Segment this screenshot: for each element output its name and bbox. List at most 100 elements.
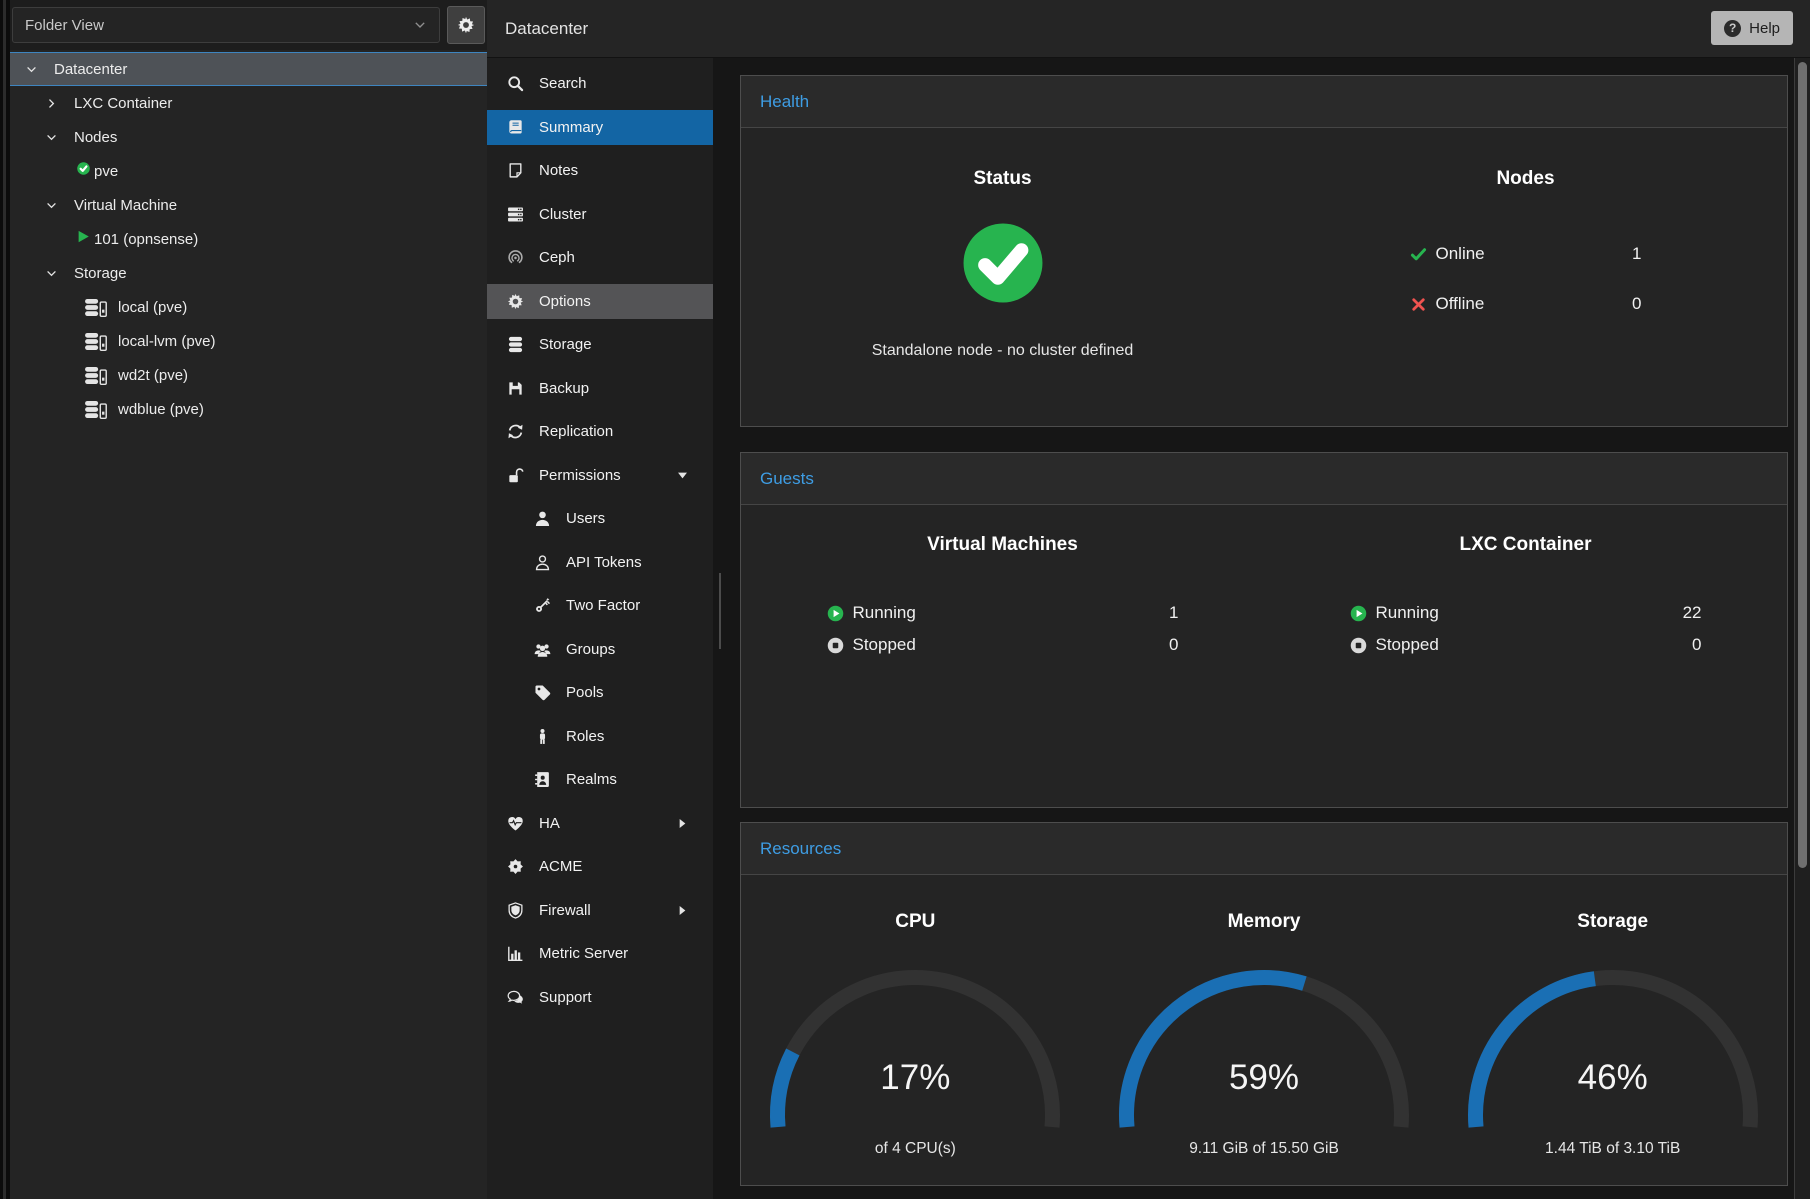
status-row-running: Running22 [1350, 601, 1702, 625]
tree-item-local-lvm-pve[interactable]: local-lvm (pve) [10, 324, 487, 358]
user-outline-icon [534, 554, 551, 571]
nav-item-label: Firewall [539, 902, 591, 919]
tree-item-storage[interactable]: Storage [10, 256, 487, 290]
nav-item-acme[interactable]: ACME [487, 845, 713, 889]
nav-item-storage[interactable]: Storage [487, 323, 713, 367]
database-icon [507, 336, 524, 353]
search-icon [507, 75, 524, 92]
status-row-value: 1 [1632, 244, 1641, 264]
tree-item-local-pve[interactable]: local (pve) [10, 290, 487, 324]
bar-chart-icon [507, 945, 524, 962]
nav-item-label: Users [566, 510, 605, 527]
status-row-label: Offline [1436, 294, 1485, 314]
ceph-icon [507, 249, 524, 266]
stop-circle-icon [827, 637, 844, 654]
heartbeat-icon [507, 815, 524, 832]
tree-item-wd2t-pve[interactable]: wd2t (pve) [10, 358, 487, 392]
tree-expander[interactable] [18, 63, 44, 76]
nav-item-label: Permissions [539, 467, 621, 484]
nav-item-ha[interactable]: HA [487, 802, 713, 846]
database-drive-icon [84, 366, 108, 385]
guests-column-virtual-machines: Virtual MachinesRunning1Stopped0 [741, 505, 1264, 807]
tree-expander[interactable] [38, 199, 64, 212]
resource-gauge-memory: Memory59%9.11 GiB of 15.50 GiB [1090, 875, 1439, 1185]
status-row-label: Online [1436, 244, 1485, 264]
caret-right-icon [676, 904, 689, 917]
nav-item-label: Replication [539, 423, 613, 440]
status-row-online: Online 1 [1410, 242, 1642, 266]
window-edge [0, 0, 10, 1199]
nodes-column: Nodes Online 1 Offline 0 [1264, 128, 1787, 426]
gauge-detail: 9.11 GiB of 15.50 GiB [1189, 1140, 1339, 1158]
titlebar: Datacenter ? Help [487, 0, 1810, 58]
chevron-down-icon [45, 131, 58, 144]
splitter-grip[interactable] [719, 573, 721, 649]
chevron-right-icon [45, 97, 58, 110]
chevron-down-icon [25, 63, 38, 76]
nav-item-backup[interactable]: Backup [487, 367, 713, 411]
database-drive-icon [84, 332, 108, 351]
guest-status-list: Running22Stopped0 [1350, 601, 1702, 657]
resource-title: CPU [895, 911, 935, 933]
nav-item-api-tokens[interactable]: API Tokens [487, 541, 713, 585]
nav-item-summary[interactable]: Summary [487, 106, 713, 150]
tree-expander[interactable] [38, 97, 64, 110]
view-mode-select[interactable]: Folder View [12, 7, 440, 43]
nav-item-label: Ceph [539, 249, 575, 266]
nav-item-two-factor[interactable]: Two Factor [487, 584, 713, 628]
tree-item-nodes[interactable]: Nodes [10, 120, 487, 154]
tree-settings-button[interactable] [447, 6, 485, 44]
status-row-label: Running [853, 603, 916, 623]
key-icon [534, 597, 551, 614]
help-label: Help [1749, 20, 1780, 37]
tree-item-pve[interactable]: pve [10, 154, 487, 188]
cross-icon [1410, 296, 1427, 313]
nav-item-permissions[interactable]: Permissions [487, 454, 713, 498]
scrollbar-thumb[interactable] [1798, 62, 1807, 868]
guest-status-list: Running1Stopped0 [827, 601, 1179, 657]
nav-item-groups[interactable]: Groups [487, 628, 713, 672]
nav-item-label: ACME [539, 858, 582, 875]
nav-item-options[interactable]: Options [487, 280, 713, 324]
nav-item-label: Groups [566, 641, 615, 658]
datacenter-nav: SearchSummaryNotesCluster Ceph OptionsStor… [487, 58, 713, 1199]
note-icon [507, 162, 524, 179]
nav-item-cluster[interactable]: Cluster [487, 193, 713, 237]
status-column: Status Standalone node - no cluster defi… [741, 128, 1264, 426]
nav-item-pools[interactable]: Pools [487, 671, 713, 715]
nav-item-support[interactable]: Support [487, 976, 713, 1020]
sync-icon [507, 423, 524, 440]
tree-item-101-opnsense[interactable]: 101 (opnsense) [10, 222, 487, 256]
nav-item-ceph[interactable]: Ceph [487, 236, 713, 280]
nav-item-realms[interactable]: Realms [487, 758, 713, 802]
server-stack-icon [507, 206, 524, 223]
tree-item-wdblue-pve[interactable]: wdblue (pve) [10, 392, 487, 426]
nodes-heading: Nodes [1496, 168, 1554, 190]
nav-item-search[interactable]: Search [487, 62, 713, 106]
tree-expander[interactable] [38, 267, 64, 280]
comments-icon [507, 989, 524, 1006]
nav-item-roles[interactable]: Roles [487, 715, 713, 759]
gauge-detail: of 4 CPU(s) [875, 1140, 956, 1158]
stop-circle-icon [1350, 637, 1367, 654]
database-drive-icon [84, 400, 108, 419]
resource-title: Storage [1577, 911, 1648, 933]
unlock-icon [507, 467, 524, 484]
gear-icon [457, 16, 475, 34]
tree-item-virtual-machine[interactable]: Virtual Machine [10, 188, 487, 222]
status-row-running: Running1 [827, 601, 1179, 625]
nav-item-label: Metric Server [539, 945, 628, 962]
question-circle-icon: ? [1724, 20, 1741, 37]
tree-expander[interactable] [38, 131, 64, 144]
nav-item-notes[interactable]: Notes [487, 149, 713, 193]
nav-item-users[interactable]: Users [487, 497, 713, 541]
tree-item-datacenter[interactable]: Datacenter [10, 52, 487, 86]
nav-item-firewall[interactable]: Firewall [487, 889, 713, 933]
resource-tree-panel: Folder View DatacenterLXC ContainerNodes… [10, 0, 487, 1199]
help-button[interactable]: ? Help [1711, 11, 1793, 45]
nav-item-replication[interactable]: Replication [487, 410, 713, 454]
tree-item-lxc-container[interactable]: LXC Container [10, 86, 487, 120]
gauge-arc: 59% [1114, 965, 1414, 1140]
nav-item-metric-server[interactable]: Metric Server [487, 932, 713, 976]
status-row-value: 0 [1632, 294, 1641, 314]
